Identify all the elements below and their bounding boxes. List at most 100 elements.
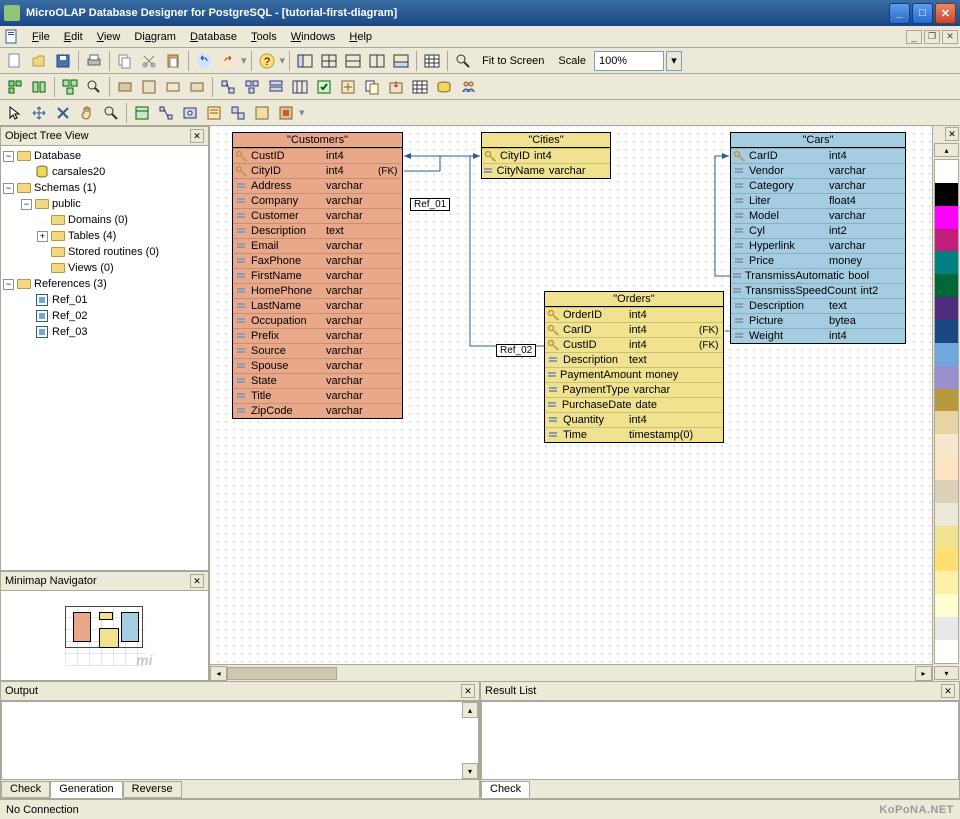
palette-swatch[interactable] — [935, 183, 958, 206]
cut-button[interactable] — [138, 50, 160, 72]
scroll-down-button[interactable]: ▾ — [462, 763, 478, 779]
table-row[interactable]: FaxPhonevarchar — [233, 253, 402, 268]
table-row[interactable]: Timetimestamp(0) — [545, 427, 723, 442]
mdi-minimize-button[interactable]: _ — [906, 30, 922, 44]
layout1-button[interactable] — [294, 50, 316, 72]
diag-grid-button[interactable] — [409, 76, 431, 98]
table-row[interactable]: Occupationvarchar — [233, 313, 402, 328]
diag-export-button[interactable] — [385, 76, 407, 98]
table-row[interactable]: CustIDint4 — [233, 148, 402, 163]
table-row[interactable]: TransmissSpeedCountint2 — [731, 283, 905, 298]
table-row[interactable]: Literfloat4 — [731, 193, 905, 208]
palette-close-button[interactable]: ✕ — [945, 127, 959, 141]
table-row[interactable]: Spousevarchar — [233, 358, 402, 373]
scroll-thumb[interactable] — [227, 667, 337, 680]
scroll-right-button[interactable]: ▸ — [915, 666, 932, 681]
layout2-button[interactable] — [318, 50, 340, 72]
palette-swatch[interactable] — [935, 480, 958, 503]
result-tab-check[interactable]: Check — [481, 781, 530, 798]
ref-label[interactable]: Ref_01 — [410, 198, 450, 211]
table-row[interactable]: Hyperlinkvarchar — [731, 238, 905, 253]
table-cities[interactable]: "Cities"CityIDint4CityNamevarchar — [481, 132, 611, 179]
db-sync-button[interactable] — [28, 76, 50, 98]
tree-label[interactable]: Domains (0) — [68, 214, 128, 226]
maximize-button[interactable]: □ — [912, 3, 933, 24]
tree-toggle[interactable]: − — [3, 183, 14, 194]
table-row[interactable]: Categoryvarchar — [731, 178, 905, 193]
palette-up-button[interactable]: ▴ — [934, 143, 959, 157]
menu-diagram[interactable]: Diagram — [128, 29, 182, 45]
menu-windows[interactable]: Windows — [285, 29, 342, 45]
menu-edit[interactable]: Edit — [58, 29, 89, 45]
table-row[interactable]: PurchaseDatedate — [545, 397, 723, 412]
tree-label[interactable]: public — [52, 198, 81, 210]
grid-button[interactable] — [421, 50, 443, 72]
palette-swatch[interactable] — [935, 457, 958, 480]
table-row[interactable]: Pricemoney — [731, 253, 905, 268]
move-button[interactable] — [28, 102, 50, 124]
redo-button[interactable] — [217, 50, 239, 72]
menu-database[interactable]: Database — [184, 29, 243, 45]
table-row[interactable]: Titlevarchar — [233, 388, 402, 403]
palette-swatch[interactable] — [935, 297, 958, 320]
tree-label[interactable]: Tables (4) — [68, 230, 116, 242]
table-row[interactable]: LastNamevarchar — [233, 298, 402, 313]
diag-users-button[interactable] — [457, 76, 479, 98]
table-row[interactable]: PaymentTypevarchar — [545, 382, 723, 397]
palette-swatch[interactable] — [935, 640, 958, 663]
tree-panel-close-button[interactable]: ✕ — [190, 129, 204, 143]
table-row[interactable]: CityIDint4 — [482, 148, 610, 163]
tree-toggle[interactable]: − — [21, 199, 32, 210]
output-tab-reverse[interactable]: Reverse — [123, 781, 182, 798]
palette-swatch[interactable] — [935, 343, 958, 366]
table-row[interactable]: Prefixvarchar — [233, 328, 402, 343]
minimize-button[interactable]: _ — [889, 3, 910, 24]
tree-toggle[interactable]: − — [3, 279, 14, 290]
table-row[interactable]: Vendorvarchar — [731, 163, 905, 178]
menu-help[interactable]: Help — [343, 29, 378, 45]
help-button[interactable]: ? — [256, 50, 278, 72]
table-row[interactable]: CarIDint4(FK) — [545, 322, 723, 337]
table-row[interactable]: Customervarchar — [233, 208, 402, 223]
table-row[interactable]: Emailvarchar — [233, 238, 402, 253]
table-tool-button[interactable] — [131, 102, 153, 124]
note-tool-button[interactable] — [203, 102, 225, 124]
tree-toggle[interactable]: + — [37, 231, 48, 242]
diag-tool1-button[interactable] — [217, 76, 239, 98]
object-tree[interactable]: −Database carsales20 −Schemas (1) −publi… — [1, 146, 208, 570]
output-tab-generation[interactable]: Generation — [50, 781, 122, 798]
tree-label[interactable]: Ref_03 — [52, 326, 87, 338]
scroll-left-button[interactable]: ◂ — [210, 666, 227, 681]
fit-screen-button[interactable] — [452, 50, 474, 72]
diag-copy-button[interactable] — [361, 76, 383, 98]
diagram-canvas[interactable]: Ref_01 Ref_02 Ref_03 "Customers"CustIDin… — [210, 126, 932, 664]
db-tables-button[interactable] — [59, 76, 81, 98]
zoom-button[interactable] — [100, 102, 122, 124]
tree-toggle[interactable]: − — [3, 151, 14, 162]
mdi-close-button[interactable]: ✕ — [942, 30, 958, 44]
pointer-button[interactable] — [4, 102, 26, 124]
diag-tool4-button[interactable] — [289, 76, 311, 98]
palette-swatch[interactable] — [935, 503, 958, 526]
palette-swatch[interactable] — [935, 274, 958, 297]
output-tab-check[interactable]: Check — [1, 781, 50, 798]
table-row[interactable]: Sourcevarchar — [233, 343, 402, 358]
palette-swatch[interactable] — [935, 617, 958, 640]
diag-gen-button[interactable] — [337, 76, 359, 98]
menu-view[interactable]: View — [91, 29, 127, 45]
table-row[interactable]: Descriptiontext — [731, 298, 905, 313]
diag-check-button[interactable] — [313, 76, 335, 98]
save-button[interactable] — [52, 50, 74, 72]
color-tool-button[interactable] — [275, 102, 297, 124]
layout3-button[interactable] — [342, 50, 364, 72]
copy-button[interactable] — [114, 50, 136, 72]
tree-label[interactable]: carsales20 — [52, 166, 105, 178]
table-customers[interactable]: "Customers"CustIDint4CityIDint4(FK)Addre… — [232, 132, 403, 419]
mdi-restore-button[interactable]: ❐ — [924, 30, 940, 44]
table-row[interactable]: Descriptiontext — [233, 223, 402, 238]
table-row[interactable]: Modelvarchar — [731, 208, 905, 223]
result-body[interactable] — [481, 701, 959, 780]
minimap[interactable]: mi — [1, 591, 208, 680]
tree-label[interactable]: Views (0) — [68, 262, 114, 274]
table-cars[interactable]: "Cars"CarIDint4VendorvarcharCategoryvarc… — [730, 132, 906, 344]
